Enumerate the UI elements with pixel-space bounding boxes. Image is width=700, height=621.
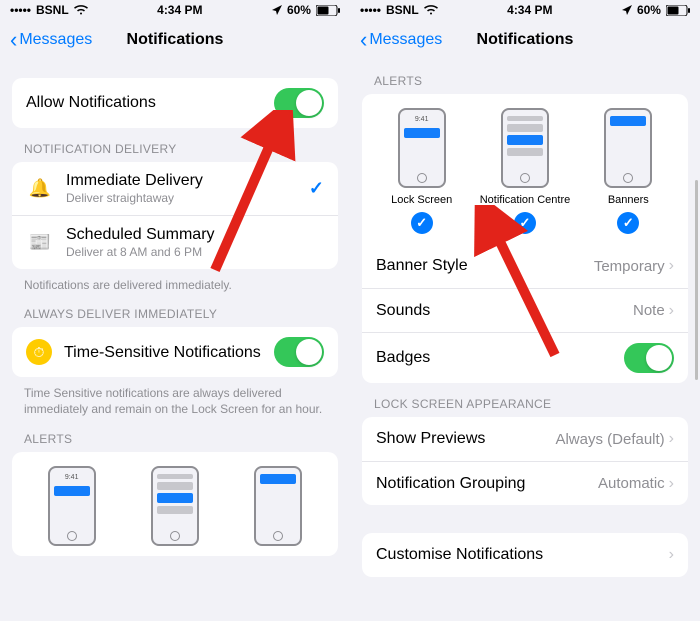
- sounds-label: Sounds: [376, 302, 633, 320]
- time-sensitive-footer: Time Sensitive notifications are always …: [12, 377, 338, 417]
- carrier-label: BSNL: [36, 3, 69, 17]
- immediate-sub: Deliver straightaway: [66, 191, 309, 205]
- chevron-right-icon: ›: [669, 430, 674, 448]
- allow-label: Allow Notifications: [26, 94, 274, 112]
- page-title: Notifications: [127, 31, 224, 49]
- page-title: Notifications: [477, 31, 574, 49]
- wifi-icon: [424, 5, 438, 15]
- show-previews-label: Show Previews: [376, 430, 555, 448]
- time-sensitive-label: Time-Sensitive Notifications: [64, 343, 274, 362]
- phone-glyph-banners: [254, 466, 302, 546]
- alerts-header-left: ALERTS: [12, 418, 338, 452]
- alert-label-lockscreen: Lock Screen: [391, 194, 452, 206]
- grouping-value: Automatic: [598, 475, 665, 492]
- delivery-card: 🔔 Immediate Delivery Deliver straightawa…: [12, 162, 338, 269]
- allow-toggle[interactable]: [274, 88, 324, 118]
- immediate-delivery-row[interactable]: 🔔 Immediate Delivery Deliver straightawa…: [12, 162, 338, 215]
- chevron-right-icon: ›: [669, 257, 674, 275]
- scheduled-title: Scheduled Summary: [66, 226, 324, 244]
- battery-label: 60%: [287, 3, 311, 17]
- alert-option-centre[interactable]: Notification Centre ✓: [474, 108, 576, 234]
- badges-label: Badges: [376, 349, 624, 367]
- chevron-left-icon: ‹: [10, 29, 17, 51]
- clock-label: 4:34 PM: [157, 3, 202, 17]
- sounds-row[interactable]: Sounds Note ›: [362, 288, 688, 332]
- lockscreen-card: Show Previews Always (Default) › Notific…: [362, 417, 688, 505]
- check-centre[interactable]: ✓: [514, 212, 536, 234]
- badges-toggle[interactable]: [624, 343, 674, 373]
- back-button[interactable]: ‹ Messages: [360, 29, 442, 51]
- summary-icon: 📰: [26, 229, 54, 257]
- scheduled-summary-row[interactable]: 📰 Scheduled Summary Deliver at 8 AM and …: [12, 215, 338, 269]
- phone-glyph-centre: [151, 466, 199, 546]
- alert-option-banners[interactable]: Banners ✓: [577, 108, 679, 234]
- alerts-card-left: 9:41: [12, 452, 338, 556]
- clock-icon: ⏱: [26, 339, 52, 365]
- show-previews-row[interactable]: Show Previews Always (Default) ›: [362, 417, 688, 461]
- banner-style-label: Banner Style: [376, 257, 594, 275]
- signal-icon: •••••: [360, 3, 381, 17]
- wifi-icon: [74, 5, 88, 15]
- always-header: ALWAYS DELIVER IMMEDIATELY: [12, 293, 338, 327]
- alert-option-banners[interactable]: [227, 466, 329, 546]
- show-previews-value: Always (Default): [555, 431, 664, 448]
- back-label: Messages: [369, 31, 442, 49]
- battery-icon: [316, 5, 340, 16]
- phone-glyph-lockscreen: 9:41: [48, 466, 96, 546]
- chevron-left-icon: ‹: [360, 29, 367, 51]
- carrier-label: BSNL: [386, 3, 419, 17]
- alert-option-lockscreen[interactable]: 9:41 Lock Screen ✓: [371, 108, 473, 234]
- alerts-card-right: 9:41 Lock Screen ✓ Notification Centre ✓: [362, 94, 688, 383]
- check-lockscreen[interactable]: ✓: [411, 212, 433, 234]
- alerts-header-right: ALERTS: [362, 60, 688, 94]
- back-button[interactable]: ‹ Messages: [10, 29, 92, 51]
- delivery-footer: Notifications are delivered immediately.: [12, 269, 338, 293]
- grouping-row[interactable]: Notification Grouping Automatic ›: [362, 461, 688, 505]
- alert-label-banners: Banners: [608, 194, 649, 206]
- time-sensitive-card: ⏱ Time-Sensitive Notifications: [12, 327, 338, 377]
- allow-card: Allow Notifications: [12, 78, 338, 128]
- nav-bar: ‹ Messages Notifications: [0, 20, 350, 60]
- battery-icon: [666, 5, 690, 16]
- scroll-indicator[interactable]: [695, 180, 698, 380]
- status-bar: ••••• BSNL 4:34 PM 60%: [350, 0, 700, 20]
- alert-option-lockscreen[interactable]: 9:41: [21, 466, 123, 546]
- location-icon: [272, 5, 282, 15]
- phone-glyph-centre: [501, 108, 549, 188]
- scheduled-sub: Deliver at 8 AM and 6 PM: [66, 245, 324, 259]
- chevron-right-icon: ›: [669, 546, 674, 564]
- sounds-value: Note: [633, 302, 665, 319]
- phone-glyph-banners: [604, 108, 652, 188]
- customise-card: Customise Notifications ›: [362, 533, 688, 577]
- bell-icon: 🔔: [26, 175, 54, 203]
- battery-label: 60%: [637, 3, 661, 17]
- time-sensitive-row[interactable]: ⏱ Time-Sensitive Notifications: [12, 327, 338, 377]
- phone-screen-left: ••••• BSNL 4:34 PM 60% ‹ Messages Notifi…: [0, 0, 350, 621]
- clock-label: 4:34 PM: [507, 3, 552, 17]
- chevron-right-icon: ›: [669, 302, 674, 320]
- back-label: Messages: [19, 31, 92, 49]
- customise-label: Customise Notifications: [376, 546, 669, 564]
- customise-row[interactable]: Customise Notifications ›: [362, 533, 688, 577]
- phone-glyph-lockscreen: 9:41: [398, 108, 446, 188]
- signal-icon: •••••: [10, 3, 31, 17]
- time-sensitive-toggle[interactable]: [274, 337, 324, 367]
- phone-screen-right: ••••• BSNL 4:34 PM 60% ‹ Messages Notifi…: [350, 0, 700, 621]
- check-banners[interactable]: ✓: [617, 212, 639, 234]
- status-bar: ••••• BSNL 4:34 PM 60%: [0, 0, 350, 20]
- badges-row[interactable]: Badges: [362, 332, 688, 383]
- banner-style-row[interactable]: Banner Style Temporary ›: [362, 244, 688, 288]
- chevron-right-icon: ›: [669, 475, 674, 493]
- delivery-header: NOTIFICATION DELIVERY: [12, 128, 338, 162]
- checkmark-icon: ✓: [309, 178, 324, 199]
- banner-style-value: Temporary: [594, 258, 665, 275]
- allow-notifications-row[interactable]: Allow Notifications: [12, 78, 338, 128]
- immediate-title: Immediate Delivery: [66, 172, 309, 190]
- alert-label-centre: Notification Centre: [480, 194, 571, 206]
- lockscreen-header: LOCK SCREEN APPEARANCE: [362, 383, 688, 417]
- grouping-label: Notification Grouping: [376, 475, 598, 493]
- location-icon: [622, 5, 632, 15]
- alert-option-centre[interactable]: [124, 466, 226, 546]
- nav-bar: ‹ Messages Notifications: [350, 20, 700, 60]
